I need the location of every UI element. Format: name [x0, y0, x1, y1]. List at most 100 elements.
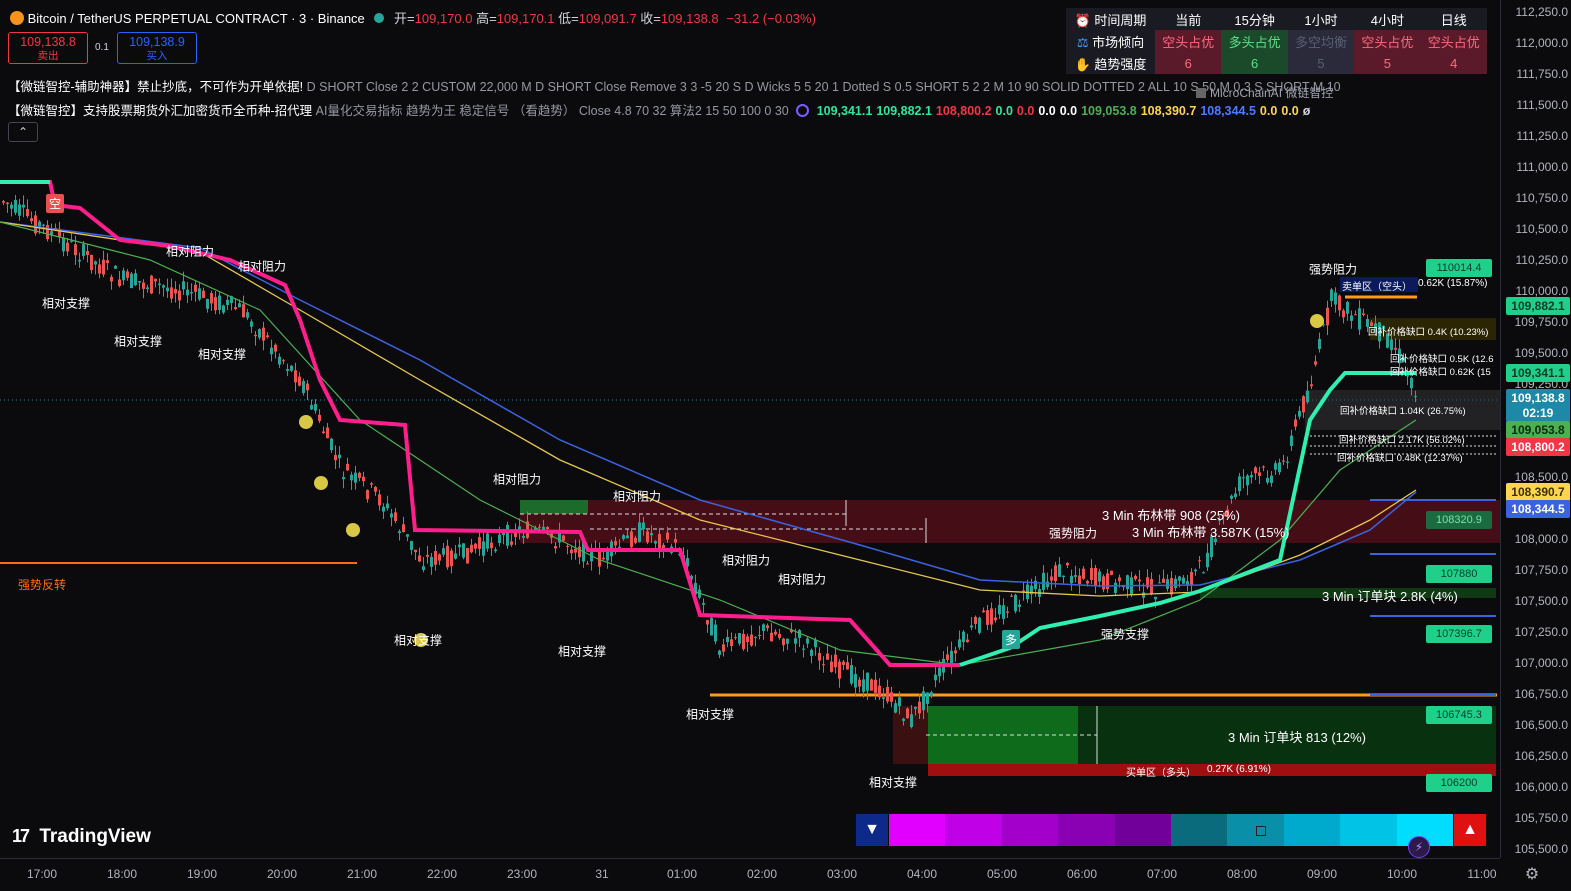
x-tick-label: 20:00 [266, 867, 298, 881]
candle-body [310, 405, 313, 410]
sentiment-bar-right-button[interactable]: ▲ [1454, 814, 1486, 846]
candle-body [334, 455, 337, 461]
candle-body [1154, 596, 1157, 600]
candle-body [154, 278, 157, 282]
symbol-legend: Bitcoin / TetherUS PERPETUAL CONTRACT · … [10, 8, 816, 27]
candle-body [1162, 578, 1165, 583]
candle-body [978, 617, 981, 633]
candle-body [14, 200, 17, 213]
candle-body [622, 535, 625, 539]
low-label: 低= [558, 11, 579, 26]
candle-body [1338, 295, 1341, 311]
sentiment-segment [1058, 814, 1115, 846]
candle-body [706, 620, 709, 625]
alarm-clock-icon: ⏰ [1074, 12, 1091, 28]
chart-label: 相对支撑 [41, 296, 91, 311]
x-tick-label: 22:00 [426, 867, 458, 881]
candle-body [1062, 575, 1065, 578]
candle-body [586, 563, 589, 565]
candle-body [958, 639, 961, 648]
candle-body [954, 650, 957, 654]
candle-body [238, 303, 241, 308]
candle-body [1166, 579, 1169, 589]
candle-body [210, 293, 213, 304]
candle-body [1002, 605, 1005, 619]
candle-body [498, 534, 501, 543]
sell-label: 卖出 [37, 50, 59, 62]
candle-body [106, 260, 109, 264]
candle-body [894, 703, 897, 713]
candle-body [982, 610, 985, 613]
low-value: 109,091.7 [578, 11, 637, 26]
candle-body [1318, 338, 1321, 350]
candle-body [446, 545, 449, 568]
tradingview-logo[interactable]: 17 TradingView [12, 826, 151, 848]
candle-body [1238, 476, 1241, 492]
x-tick-label: 07:00 [1146, 867, 1178, 881]
chevron-up-icon: ⌃ [17, 125, 29, 139]
zone-price-tag: 108320.9 [1426, 511, 1492, 529]
zone-price-tag: 110014.4 [1426, 259, 1492, 277]
buy-price: 109,138.9 [129, 35, 185, 49]
zone-price-tag: 107396.7 [1426, 625, 1492, 643]
lightning-icon[interactable]: ⚡ [1408, 836, 1430, 858]
candle-body [742, 633, 745, 650]
settings-gear-icon[interactable]: ⚙ [1522, 864, 1542, 884]
candle-body [750, 634, 753, 646]
candle-body [1262, 466, 1265, 468]
buy-button[interactable]: 109,138.9 买入 [117, 32, 197, 64]
price-tag: 108,344.5 [1506, 500, 1570, 518]
candle-body [306, 383, 309, 391]
x-tick-label: 10:00 [1386, 867, 1418, 881]
zone-marker [520, 500, 588, 514]
symbol-title[interactable]: Bitcoin / TetherUS PERPETUAL CONTRACT · … [28, 11, 365, 26]
collapse-legend-button[interactable]: ⌃ [8, 122, 38, 142]
sentiment-segment [1283, 814, 1341, 846]
candle-body [262, 327, 265, 341]
candle-body [1078, 575, 1081, 585]
zone-price-tag: 106745.3 [1426, 706, 1492, 724]
candle-body [70, 240, 73, 242]
y-tick-label: 108,500.0 [1514, 470, 1568, 484]
candle-body [282, 360, 285, 362]
candle-body [766, 625, 769, 629]
time-axis[interactable]: 17:00 18:00 19:00 20:00 21:00 22:00 23:00 31 01:… [0, 858, 1500, 891]
indicator-row-2[interactable]: 【微链智控】支持股票期货外汇加密货币全币种-招代理 AI量化交易指标 趋势为王 … [8, 100, 1314, 119]
candle-body [1150, 578, 1153, 595]
candle-body [1342, 310, 1345, 318]
sentiment-bar-left-button[interactable]: ▼ [856, 814, 888, 846]
candle-body [818, 653, 821, 661]
indicator-row-1[interactable]: 【微链智控-辅助神器】禁止抄底，不可作为开单依据! D SHORT Close … [8, 76, 1341, 95]
indicator-2-value: 109,053.8 [1081, 104, 1137, 118]
candle-body [190, 292, 193, 294]
candle-body [454, 553, 457, 559]
candle-body [1058, 564, 1061, 577]
sell-button[interactable]: 109,138.8 卖出 [8, 32, 88, 64]
zone-price-tag: 106200 [1426, 774, 1492, 792]
candle-body [182, 281, 185, 290]
indicator-2-value: 109,341.1 [816, 104, 873, 118]
candle-body [26, 208, 29, 217]
candle-body [866, 672, 869, 691]
x-tick-label: 23:00 [506, 867, 538, 881]
candle-body [1118, 577, 1121, 582]
candle-body [726, 637, 729, 643]
chart-label: 相对支撑 [393, 633, 443, 648]
y-tick-label: 112,250.0 [1515, 5, 1569, 19]
candle-body [1022, 590, 1025, 592]
candle-body [234, 307, 237, 310]
candle-body [30, 218, 33, 222]
chart-label: 强势反转 [18, 578, 67, 592]
candle-body [522, 535, 525, 538]
price-axis[interactable]: 112,250.0 112,000.0 111,750.0 111,500.0 111,… [1500, 0, 1571, 858]
candle-body [374, 486, 377, 492]
x-tick-label: 21:00 [346, 867, 378, 881]
candle-body [918, 701, 921, 714]
candle-body [1106, 573, 1109, 590]
candle-body [1350, 315, 1353, 321]
candle-body [770, 632, 773, 642]
tv-logo-icon: 17 [12, 826, 30, 846]
candle-body [1298, 410, 1301, 417]
candle-body [418, 555, 421, 562]
candle-body [710, 617, 713, 636]
